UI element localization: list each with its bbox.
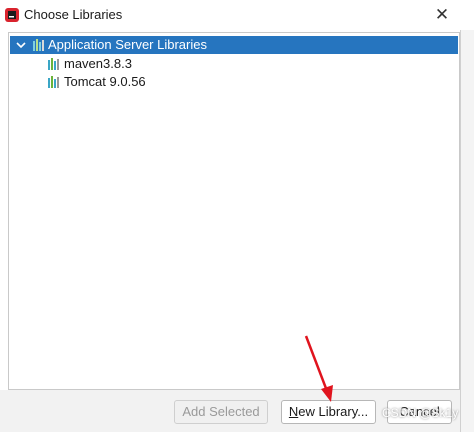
library-icon [48, 76, 59, 88]
close-icon: ✕ [434, 5, 450, 24]
title-bar: Choose Libraries ✕ [0, 0, 474, 30]
library-icon [48, 58, 59, 70]
tree-node-label: maven3.8.3 [64, 56, 132, 71]
app-icon [5, 8, 19, 22]
window-title: Choose Libraries [24, 7, 123, 22]
tree-node-tomcat[interactable]: Tomcat 9.0.56 [10, 73, 458, 91]
close-button[interactable]: ✕ [430, 4, 454, 26]
chevron-down-icon[interactable] [14, 36, 28, 54]
dialog-border [460, 30, 461, 432]
background-window-edge [461, 30, 474, 432]
new-library-button[interactable]: New Library... [281, 400, 376, 424]
add-selected-button[interactable]: Add Selected [174, 400, 268, 424]
new-library-label: ew Library... [298, 404, 369, 419]
tree-node-maven[interactable]: maven3.8.3 [10, 55, 458, 73]
tree-node-application-server-libraries[interactable]: Application Server Libraries [10, 36, 458, 54]
library-tree[interactable]: Application Server Libraries maven3.8.3 … [8, 32, 460, 390]
watermark: CSDN @Sk1y [382, 406, 459, 420]
library-icon [33, 39, 44, 51]
tree-node-label: Tomcat 9.0.56 [64, 74, 146, 89]
new-library-mnemonic: N [288, 404, 299, 419]
tree-node-label: Application Server Libraries [48, 37, 207, 52]
